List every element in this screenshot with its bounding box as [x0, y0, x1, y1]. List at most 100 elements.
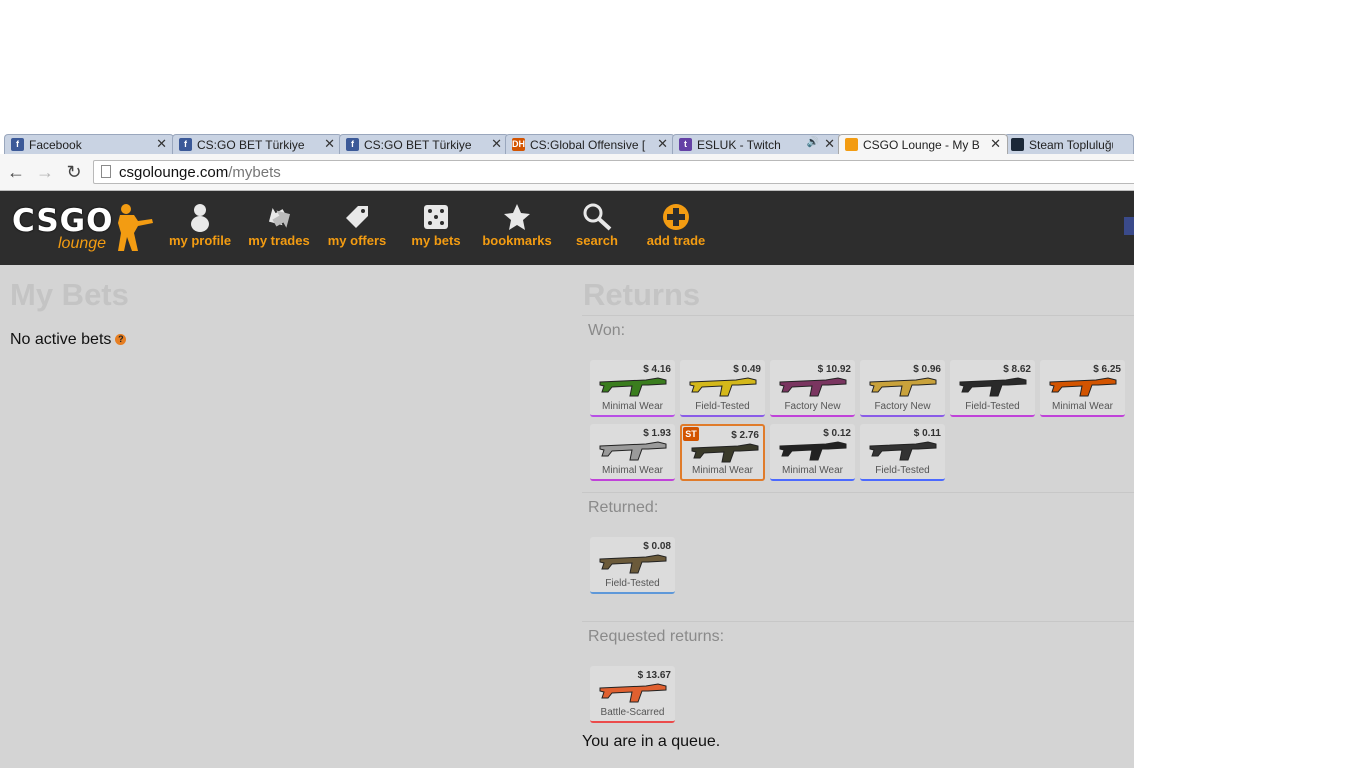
nav-label: my trades [248, 233, 310, 248]
item-card[interactable]: $ 0.08 Field-Tested [590, 537, 675, 594]
item-price: $ 0.96 [913, 364, 941, 375]
tab-2[interactable]: f CS:GO BET Türkiye ✕ [339, 134, 509, 154]
tab-close-icon[interactable]: ✕ [324, 136, 335, 152]
item-card[interactable]: $ 6.25 Minimal Wear [1040, 360, 1125, 417]
tab-3[interactable]: DH CS:Global Offensive [ ✕ [505, 134, 675, 154]
tab-close-icon[interactable]: ✕ [990, 136, 1001, 152]
item-card[interactable]: $ 1.93 Minimal Wear [590, 424, 675, 481]
audio-icon: 🔊 [806, 137, 819, 148]
item-price: $ 0.49 [733, 364, 761, 375]
logo-subtext: lounge [58, 235, 107, 252]
facebook-icon: f [346, 138, 359, 151]
tab-title: CS:Global Offensive [ [530, 138, 646, 152]
nav-search[interactable]: search [559, 201, 635, 248]
search-icon [559, 201, 635, 233]
reload-button[interactable]: ↻ [63, 161, 85, 183]
weapon-icon [868, 370, 938, 405]
returned-label: Returned: [588, 499, 659, 516]
tab-close-icon[interactable]: ✕ [156, 136, 167, 152]
item-price: $ 2.76 [731, 430, 759, 441]
weapon-icon [778, 370, 848, 405]
tab-close-icon[interactable]: ✕ [824, 136, 835, 152]
no-bets-status: No active bets? [10, 331, 127, 349]
browser-window: f Facebook ✕ f CS:GO BET Türkiye ✕ f CS:GO BET … [0, 133, 1134, 768]
item-price: $ 6.25 [1093, 364, 1121, 375]
weapon-icon [868, 434, 938, 469]
tab-6[interactable]: Steam Topluluğu [1004, 134, 1134, 154]
item-card[interactable]: ST $ 2.76 Minimal Wear [680, 424, 765, 481]
weapon-icon [598, 370, 668, 405]
item-card[interactable]: $ 13.67 Battle-Scarred [590, 666, 675, 723]
item-wear: Minimal Wear [692, 465, 753, 476]
item-card[interactable]: $ 8.62 Field-Tested [950, 360, 1035, 417]
language-flag-icon[interactable] [1124, 217, 1134, 235]
item-card[interactable]: $ 10.92 Factory New [770, 360, 855, 417]
item-card[interactable]: $ 0.12 Minimal Wear [770, 424, 855, 481]
tab-title: ESLUK - Twitch [697, 138, 781, 152]
item-price: $ 0.12 [823, 428, 851, 439]
item-card[interactable]: $ 0.49 Field-Tested [680, 360, 765, 417]
tab-title: CS:GO BET Türkiye [197, 138, 305, 152]
logo-text: CSGO [12, 203, 114, 239]
item-wear: Factory New [784, 401, 841, 412]
item-wear: Field-Tested [695, 401, 750, 412]
tab-close-icon[interactable]: ✕ [491, 136, 502, 152]
item-price: $ 10.92 [817, 364, 851, 375]
queue-status: You are in a queue. [582, 733, 721, 750]
help-icon[interactable]: ? [115, 334, 127, 346]
nav-label: bookmarks [482, 233, 552, 248]
facebook-icon: f [179, 138, 192, 151]
tab-title: CSGO Lounge - My B [863, 138, 980, 152]
address-bar[interactable]: csgolounge.com/mybets [93, 160, 1134, 184]
item-card[interactable]: $ 0.96 Factory New [860, 360, 945, 417]
tab-close-icon[interactable]: ✕ [657, 136, 668, 152]
won-label: Won: [588, 322, 626, 339]
weapon-icon [958, 370, 1028, 405]
tab-5[interactable]: CSGO Lounge - My B ✕ [838, 134, 1008, 154]
site-logo[interactable]: CSGO lounge [12, 201, 162, 257]
nav-my-bets[interactable]: my bets [398, 201, 474, 248]
item-card[interactable]: $ 4.16 Minimal Wear [590, 360, 675, 417]
nav-label: my profile [168, 233, 232, 248]
item-price: $ 1.93 [643, 428, 671, 439]
item-wear: Factory New [874, 401, 931, 412]
nav-label: add trade [646, 233, 706, 248]
item-price: $ 4.16 [643, 364, 671, 375]
nav-my-profile[interactable]: my profile [162, 201, 238, 248]
item-wear: Field-Tested [605, 578, 660, 589]
item-wear: Minimal Wear [602, 465, 663, 476]
tab-4[interactable]: t ESLUK - Twitch 🔊 ✕ [672, 134, 842, 154]
url-text: csgolounge.com/mybets [119, 164, 281, 181]
dice-icon [398, 201, 474, 233]
item-wear: Minimal Wear [1052, 401, 1113, 412]
tab-1[interactable]: f CS:GO BET Türkiye ✕ [172, 134, 342, 154]
nav-label: my offers [327, 233, 387, 248]
back-button[interactable]: ← [5, 161, 27, 183]
tag-icon [319, 201, 395, 233]
nav-add-trade[interactable]: add trade [638, 201, 714, 248]
site-header: CSGO lounge my profile my trades my offers… [0, 191, 1134, 265]
tab-0[interactable]: f Facebook ✕ [4, 134, 174, 154]
nav-my-offers[interactable]: my offers [319, 201, 395, 248]
forward-button[interactable]: → [34, 161, 56, 183]
mybets-title: My Bets [10, 277, 129, 312]
item-wear: Field-Tested [875, 465, 930, 476]
steam-icon [1011, 138, 1024, 151]
main-content: My Bets No active bets? Returns Won: Ret… [0, 265, 1134, 768]
facebook-icon: f [11, 138, 24, 151]
weapon-icon [1048, 370, 1118, 405]
item-wear: Field-Tested [965, 401, 1020, 412]
weapon-icon [598, 434, 668, 469]
plus-icon [638, 201, 714, 233]
nav-bookmarks[interactable]: bookmarks [479, 201, 555, 248]
item-price: $ 8.62 [1003, 364, 1031, 375]
tab-title: Steam Topluluğu [1029, 138, 1113, 152]
weapon-icon [778, 434, 848, 469]
browser-toolbar: ← → ↻ csgolounge.com/mybets [0, 154, 1134, 191]
tab-title: CS:GO BET Türkiye [364, 138, 472, 152]
weapon-icon [598, 676, 668, 711]
dh-icon: DH [512, 138, 525, 151]
soldier-logo-icon [118, 204, 153, 251]
nav-my-trades[interactable]: my trades [241, 201, 317, 248]
item-card[interactable]: $ 0.11 Field-Tested [860, 424, 945, 481]
